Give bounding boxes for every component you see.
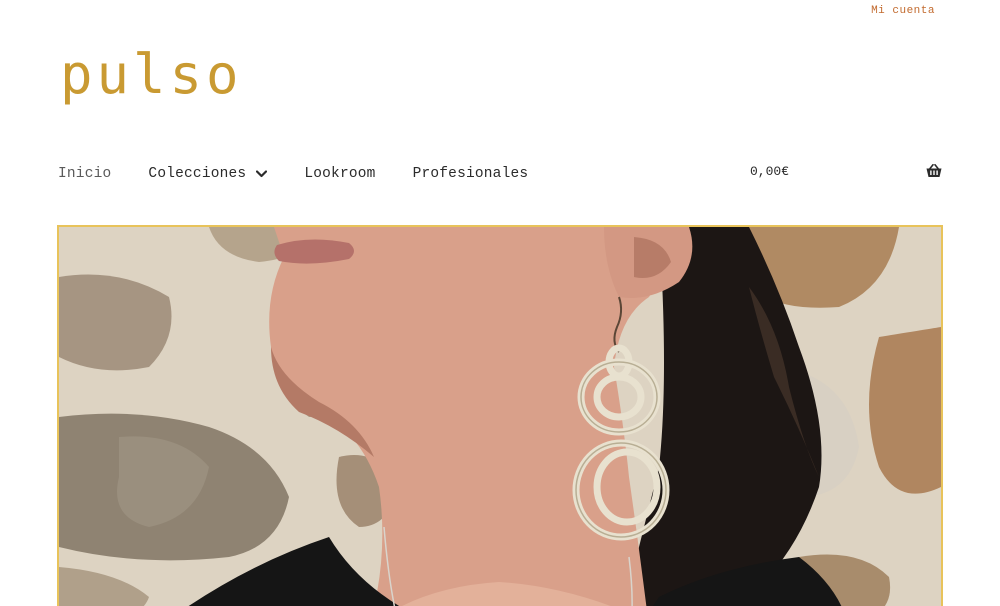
hero-photo-woman-earring-icon: [59, 227, 941, 606]
site-logo[interactable]: pulso: [60, 48, 243, 102]
main-nav: Inicio Colecciones Lookroom Profesionale…: [58, 166, 565, 182]
my-account-link[interactable]: Mi cuenta: [871, 5, 935, 17]
page: Mi cuenta pulso Inicio Colecciones Lookr…: [0, 0, 1000, 606]
basket-icon[interactable]: [926, 164, 942, 183]
chevron-down-icon: [256, 170, 268, 178]
nav-item-label: Profesionales: [412, 166, 529, 182]
nav-item-label: Lookroom: [304, 166, 376, 182]
cart-total[interactable]: 0,00€: [750, 164, 789, 179]
nav-item-label: Colecciones: [148, 166, 247, 182]
nav-item-profesionales[interactable]: Profesionales: [413, 166, 529, 182]
nav-item-lookroom[interactable]: Lookroom: [304, 166, 375, 182]
nav-item-colecciones[interactable]: Colecciones: [148, 166, 268, 182]
hero-image[interactable]: [57, 225, 943, 606]
nav-item-inicio[interactable]: Inicio: [58, 166, 111, 182]
nav-item-label: Inicio: [58, 166, 112, 182]
